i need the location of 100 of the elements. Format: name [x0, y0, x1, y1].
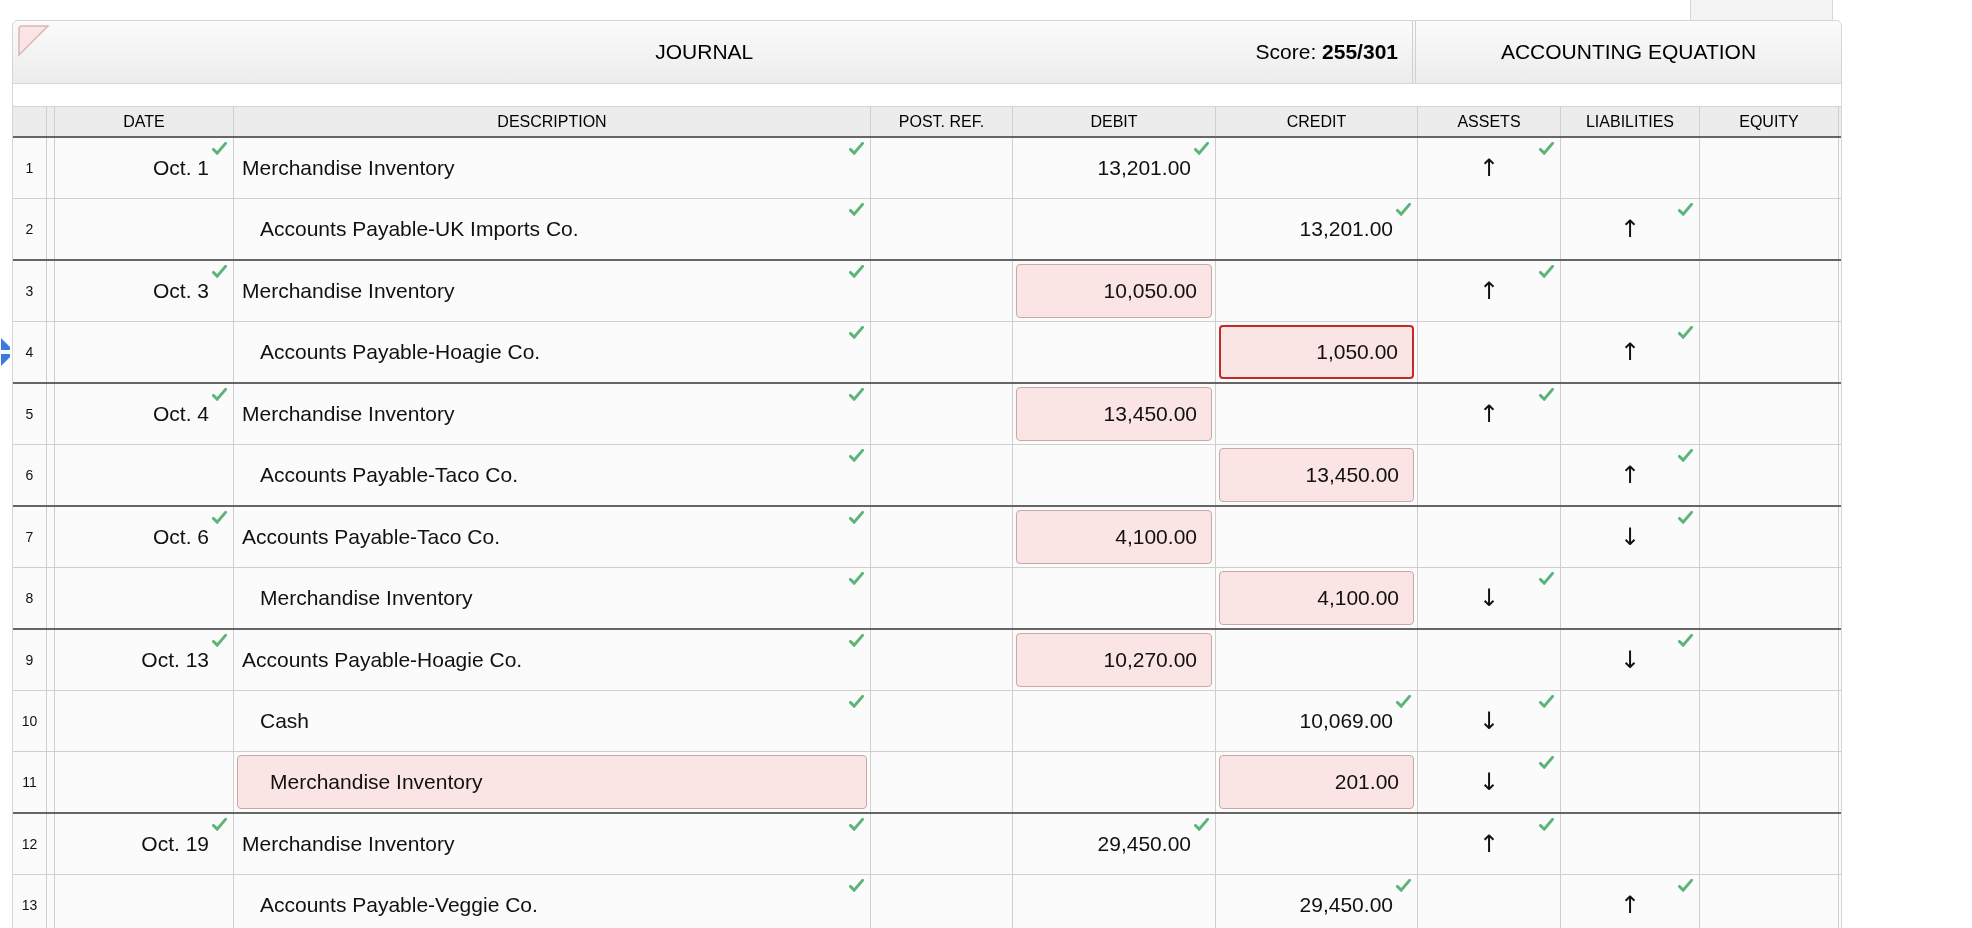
row-number: 4	[25, 344, 34, 360]
table-cell: Merchandise Inventory	[242, 279, 455, 303]
table-cell: ↑	[1478, 400, 1500, 428]
table-cell: Oct. 1	[152, 156, 209, 180]
check-icon	[1539, 818, 1554, 831]
input-field[interactable]: 1,050.00	[1219, 325, 1414, 379]
check-icon	[849, 634, 864, 647]
table-cell: ↑	[1619, 891, 1641, 919]
column-header: DESCRIPTION	[497, 112, 607, 131]
check-icon	[212, 634, 227, 647]
journal-title: JOURNAL	[655, 40, 754, 64]
table-cell: Merchandise Inventory	[242, 832, 455, 856]
check-icon	[212, 511, 227, 524]
table-cell: Oct. 3	[152, 279, 209, 303]
input-field[interactable]: 13,450.00	[1219, 448, 1414, 502]
check-icon	[1678, 449, 1693, 462]
score-text: Score: 255/301	[1255, 40, 1399, 64]
table-cell-text: Accounts Payable-Taco Co.	[259, 463, 518, 487]
corner-flag-icon	[17, 25, 49, 57]
check-icon	[1194, 142, 1209, 155]
row-number: 3	[25, 283, 34, 299]
table-cell: Oct. 4	[152, 402, 209, 426]
table-cell: 29,450.00	[1097, 832, 1191, 856]
check-icon	[1539, 142, 1554, 155]
check-icon	[849, 449, 864, 462]
table-cell: Oct. 19	[141, 832, 209, 856]
input-field[interactable]: 201.00	[1219, 755, 1414, 809]
input-field[interactable]: 10,050.00	[1016, 264, 1212, 318]
check-icon	[1396, 879, 1411, 892]
check-icon	[849, 818, 864, 831]
table-cell-text: Accounts Payable-Veggie Co.	[259, 893, 538, 917]
row-number: 8	[25, 590, 34, 606]
row-number: 13	[21, 897, 38, 913]
table-cell: Merchandise Inventory	[242, 156, 455, 180]
check-icon	[1678, 511, 1693, 524]
table-cell: 29,450.00	[1299, 893, 1393, 917]
table-cell: ↑	[1619, 338, 1641, 366]
table-cell: ↓	[1619, 646, 1641, 674]
column-header: DATE	[123, 112, 165, 131]
input-field[interactable]: 10,270.00	[1016, 633, 1212, 687]
column-header: LIABILITIES	[1585, 112, 1674, 131]
resize-handle-icon[interactable]	[1, 338, 10, 366]
check-icon	[849, 265, 864, 278]
table-cell: ↓	[1478, 584, 1500, 612]
table-cell: ↓	[1478, 768, 1500, 796]
table-cell: 13,201.00	[1299, 217, 1393, 241]
table-cell: ↑	[1619, 461, 1641, 489]
row-number: 11	[22, 774, 37, 790]
table-cell-text: Cash	[259, 709, 310, 733]
check-icon	[849, 388, 864, 401]
check-icon	[1539, 572, 1554, 585]
table-cell: Oct. 13	[141, 648, 209, 672]
check-icon	[1539, 695, 1554, 708]
check-icon	[1539, 265, 1554, 278]
table-cell: ↑	[1478, 830, 1500, 858]
check-icon	[849, 326, 864, 339]
table-cell: 13,201.00	[1097, 156, 1191, 180]
check-icon	[212, 142, 227, 155]
check-icon	[1678, 203, 1693, 216]
check-icon	[212, 265, 227, 278]
check-icon	[212, 818, 227, 831]
table-cell-text: Merchandise Inventory	[259, 586, 473, 610]
check-icon	[849, 695, 864, 708]
check-icon	[849, 572, 864, 585]
row-number: 2	[25, 221, 34, 237]
check-icon	[849, 511, 864, 524]
table-cell: ↑	[1478, 154, 1500, 182]
row-number: 9	[25, 652, 34, 668]
row-number: 10	[21, 713, 38, 729]
check-icon	[212, 388, 227, 401]
check-icon	[1539, 388, 1554, 401]
row-number: 6	[25, 467, 34, 483]
check-icon	[849, 142, 864, 155]
table-cell: Accounts Payable-Taco Co.	[242, 525, 500, 549]
row-number: 1	[25, 160, 34, 176]
check-icon	[1396, 695, 1411, 708]
input-field[interactable]: 13,450.00	[1016, 387, 1212, 441]
column-header: POST. REF.	[898, 112, 985, 131]
check-icon	[1194, 818, 1209, 831]
check-icon	[849, 879, 864, 892]
table-cell-text: Accounts Payable-UK Imports Co.	[259, 217, 579, 241]
table-cell: ↑	[1619, 215, 1641, 243]
check-icon	[1539, 756, 1554, 769]
input-field[interactable]: 4,100.00	[1219, 571, 1414, 625]
row-number: 12	[21, 836, 38, 852]
check-icon	[849, 203, 864, 216]
table-cell: ↑	[1478, 277, 1500, 305]
input-field[interactable]: 4,100.00	[1016, 510, 1212, 564]
check-icon	[1678, 326, 1693, 339]
check-icon	[1678, 879, 1693, 892]
row-number: 7	[25, 529, 34, 545]
check-icon	[1396, 203, 1411, 216]
row-number: 5	[25, 406, 34, 422]
check-icon	[1678, 634, 1693, 647]
table-cell: ↓	[1619, 523, 1641, 551]
column-header: EQUITY	[1739, 112, 1799, 131]
table-cell: Merchandise Inventory	[242, 402, 455, 426]
input-field[interactable]: Merchandise Inventory	[237, 755, 867, 809]
column-header: DEBIT	[1090, 112, 1138, 131]
table-cell-text: Accounts Payable-Hoagie Co.	[259, 340, 541, 364]
